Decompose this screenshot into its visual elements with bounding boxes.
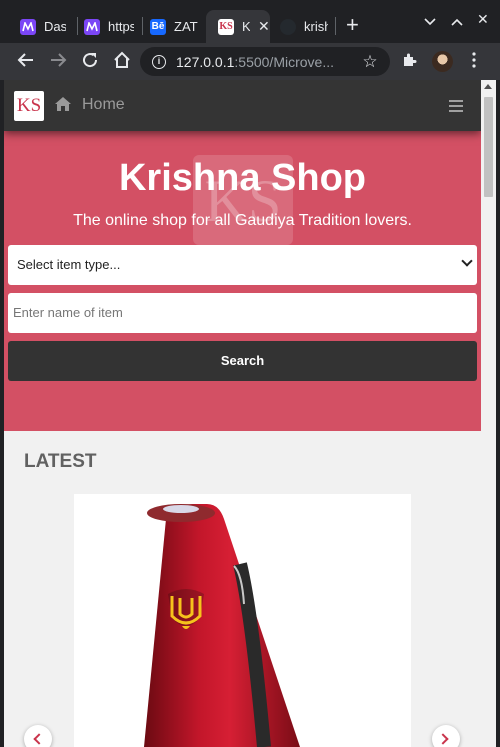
search-button[interactable]: Search [8,341,477,381]
home-icon[interactable] [54,95,72,113]
new-tab-icon[interactable]: + [346,14,359,36]
item-name-input[interactable]: Enter name of item [8,293,477,333]
browser-toolbar: i 127.0.0.1:5500/Microve... ☆ [0,43,500,80]
site-info-icon[interactable]: i [152,54,166,69]
chevron-down-icon [461,255,473,267]
github-icon [280,18,296,35]
tab-title: https [108,19,134,34]
chevron-right-icon [437,733,449,745]
url-host: 127.0.0.1 [176,53,235,70]
menu-dots-icon[interactable] [463,51,485,73]
bookmark-star-icon[interactable]: ☆ [359,51,381,73]
behance-icon: Bē [150,18,166,35]
hero-subtitle: The online shop for all Gaudiya Traditio… [73,212,412,229]
page-viewport: KS Home KS Krishna Shop The online shop … [4,80,481,747]
browser-tab-bar: Dash https Bē ZATT KS K ✕ krish + ✕ [0,0,500,43]
tab-title: K [242,19,250,34]
browser-tab[interactable]: Dash [8,10,76,43]
scrollbar-thumb[interactable] [484,97,493,197]
browser-tab[interactable]: Bē ZATT [138,10,204,43]
back-icon[interactable] [15,51,37,73]
hero-section: KS Krishna Shop The online shop for all … [4,131,481,431]
hamburger-menu-icon[interactable] [449,100,463,115]
nav-home-link[interactable]: Home [82,96,125,114]
chevron-left-icon [33,733,45,745]
latest-heading: LATEST [24,451,97,472]
carousel-next-button[interactable] [432,725,460,747]
ks-logo-icon: KS [218,18,234,35]
item-type-select[interactable]: Select item type... [8,245,477,285]
forward-icon[interactable] [47,51,69,73]
address-bar[interactable]: i 127.0.0.1:5500/Microve... [140,47,390,76]
hero-title: Krishna Shop [118,157,367,199]
extensions-icon[interactable] [398,51,420,73]
tab-title: krish [304,19,328,34]
close-window-icon[interactable]: ✕ [477,11,489,28]
url-path: :5500/Microve... [234,53,334,70]
maximize-icon[interactable] [451,13,463,29]
tab-title: Dash [44,19,66,34]
carousel-prev-button[interactable] [24,725,52,747]
tab-title: ZATT [174,19,198,34]
site-navbar: KS Home [4,80,481,131]
make-logo-icon [20,18,36,35]
make-logo-icon [84,18,100,35]
tab-separator [335,17,336,35]
browser-tab-active[interactable]: KS K ✕ [206,10,270,43]
reload-icon[interactable] [79,51,101,73]
product-image[interactable] [74,494,411,747]
browser-tab[interactable]: https [72,10,140,43]
profile-avatar[interactable] [432,51,453,72]
page-scrollbar[interactable] [481,80,496,747]
tab-search-icon[interactable] [424,13,436,29]
home-browser-icon[interactable] [111,51,133,73]
window-frame [496,80,500,747]
item-type-select-value: Select item type... [17,257,121,272]
scroll-up-arrow-icon[interactable] [484,84,492,89]
site-logo[interactable]: KS [14,91,44,121]
mridanga-drum-image [144,504,300,747]
browser-tab[interactable]: krish [268,10,334,43]
